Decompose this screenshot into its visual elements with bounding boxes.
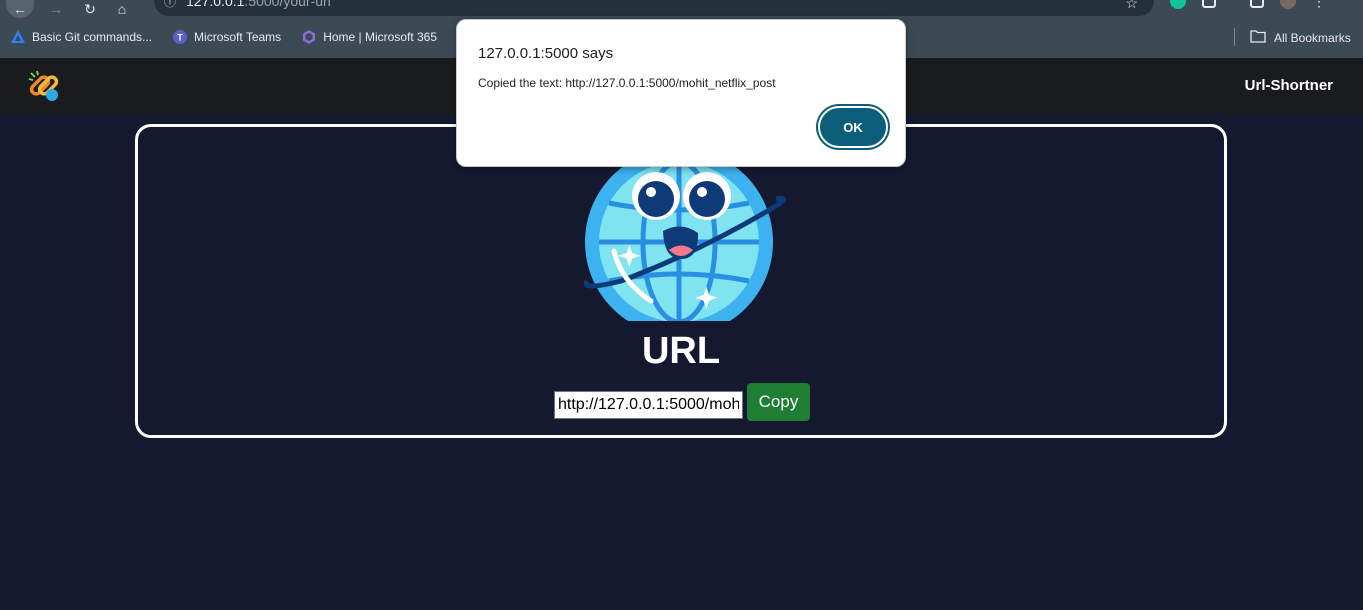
bookmark-label: Home | Microsoft 365 xyxy=(323,30,438,44)
all-bookmarks-label: All Bookmarks xyxy=(1274,30,1351,45)
alert-dialog: 127.0.0.1:5000 says Copied the text: htt… xyxy=(456,19,906,167)
azure-devops-icon xyxy=(10,29,26,45)
address-bar[interactable]: ⓘ 127.0.0.1:5000/your-url ☆ xyxy=(154,0,1154,16)
arrow-right-icon: → xyxy=(49,1,63,17)
link-logo-icon[interactable] xyxy=(27,69,61,103)
grammarly-extension-icon[interactable] xyxy=(1170,0,1186,9)
microsoft-365-icon xyxy=(301,29,317,45)
bookmark-item[interactable]: Basic Git commands... xyxy=(10,29,152,45)
reload-icon: ↻ xyxy=(84,0,96,17)
arrow-left-icon: ← xyxy=(13,1,27,17)
site-info-icon[interactable]: ⓘ xyxy=(164,0,176,10)
all-bookmarks-button[interactable]: All Bookmarks xyxy=(1250,29,1351,46)
bookmarks-divider xyxy=(1234,28,1235,46)
short-url-input[interactable] xyxy=(554,391,743,419)
teams-icon: T xyxy=(172,29,188,45)
globe-mascot-image xyxy=(581,141,791,336)
svg-text:T: T xyxy=(177,33,183,43)
bookmark-label: Microsoft Teams xyxy=(194,30,282,44)
side-panel-icon[interactable] xyxy=(1250,0,1264,8)
bookmark-star-icon[interactable]: ☆ xyxy=(1125,0,1138,12)
folder-icon xyxy=(1250,29,1266,46)
brand-link[interactable]: Url-Shortner xyxy=(1245,77,1333,94)
card-title: URL xyxy=(641,330,721,372)
bookmark-item[interactable]: Home | Microsoft 365 xyxy=(301,29,437,45)
home-icon: ⌂ xyxy=(117,1,127,17)
reload-button[interactable]: ↻ xyxy=(76,0,104,18)
ok-button[interactable]: OK xyxy=(818,106,888,148)
back-button[interactable]: ← xyxy=(6,0,34,18)
extensions-area: ⋮ xyxy=(1170,0,1326,10)
menu-kebab-icon[interactable]: ⋮ xyxy=(1312,0,1326,10)
bookmark-item[interactable]: T Microsoft Teams xyxy=(172,29,281,45)
forward-button[interactable]: → xyxy=(42,0,70,18)
dialog-title: 127.0.0.1:5000 says xyxy=(478,45,614,62)
extensions-puzzle-icon[interactable] xyxy=(1202,0,1216,8)
profile-avatar[interactable] xyxy=(1280,0,1296,9)
url-path: :5000/your-url xyxy=(244,0,331,9)
url-host: 127.0.0.1 xyxy=(186,0,245,9)
url-card: URL Copy xyxy=(135,124,1227,438)
bookmark-label: Basic Git commands... xyxy=(32,30,153,44)
dialog-message: Copied the text: http://127.0.0.1:5000/m… xyxy=(478,76,776,90)
home-button[interactable]: ⌂ xyxy=(108,0,136,18)
copy-button[interactable]: Copy xyxy=(747,383,810,421)
